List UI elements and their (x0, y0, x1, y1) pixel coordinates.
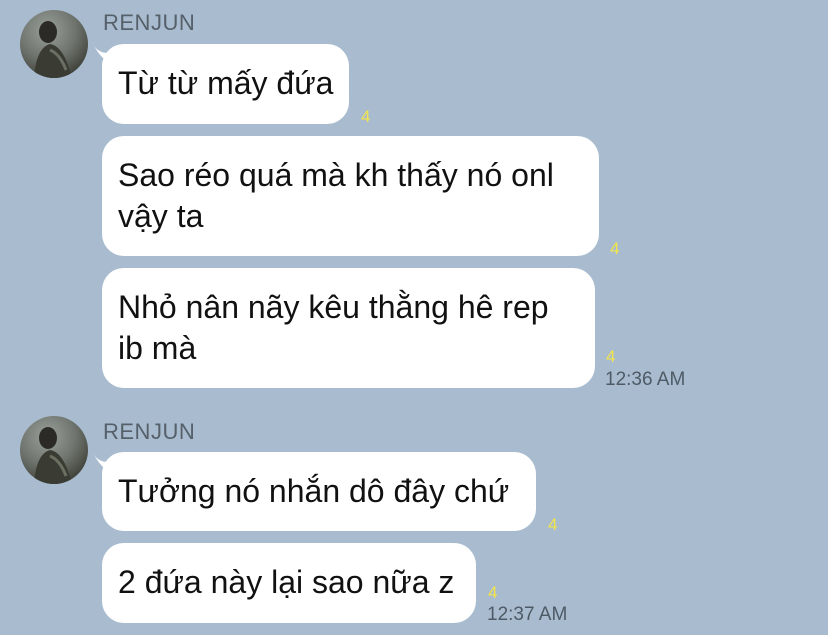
read-count: 4 (548, 515, 558, 534)
message-text: Tưởng nó nhắn dô đây chứ (118, 473, 510, 509)
timestamp: 12:37 AM (487, 604, 568, 625)
read-count: 4 (610, 239, 620, 258)
avatar-photo (34, 427, 72, 484)
message-bubble[interactable]: Nhỏ nân nãy kêu thằng hê rep ib mà (102, 268, 595, 388)
message-text: Nhỏ nân nãy kêu thằng hê rep (118, 289, 549, 325)
message-bubble[interactable]: Tưởng nó nhắn dô đây chứ (102, 452, 536, 531)
avatar[interactable] (20, 416, 88, 484)
sender-name: RENJUN (103, 10, 196, 35)
message-bubble[interactable]: Từ từ mấy đứa (102, 44, 349, 124)
message-text: Sao réo quá mà kh thấy nó onl (118, 157, 554, 193)
message-text: ib mà (118, 330, 197, 366)
message-text: 2 đứa này lại sao nữa z (118, 564, 455, 600)
message-text: vậy ta (118, 198, 204, 234)
read-count: 4 (488, 583, 498, 602)
avatar[interactable] (20, 10, 88, 78)
message-bubble[interactable]: Sao réo quá mà kh thấy nó onl vậy ta (102, 136, 599, 256)
message-bubble[interactable]: 2 đứa này lại sao nữa z (102, 543, 476, 623)
message-text: Từ từ mấy đứa (118, 65, 334, 101)
sender-name: RENJUN (103, 419, 196, 444)
read-count: 4 (361, 107, 371, 126)
avatar-photo (34, 21, 72, 78)
read-count: 4 (606, 347, 616, 366)
timestamp: 12:36 AM (605, 369, 686, 390)
